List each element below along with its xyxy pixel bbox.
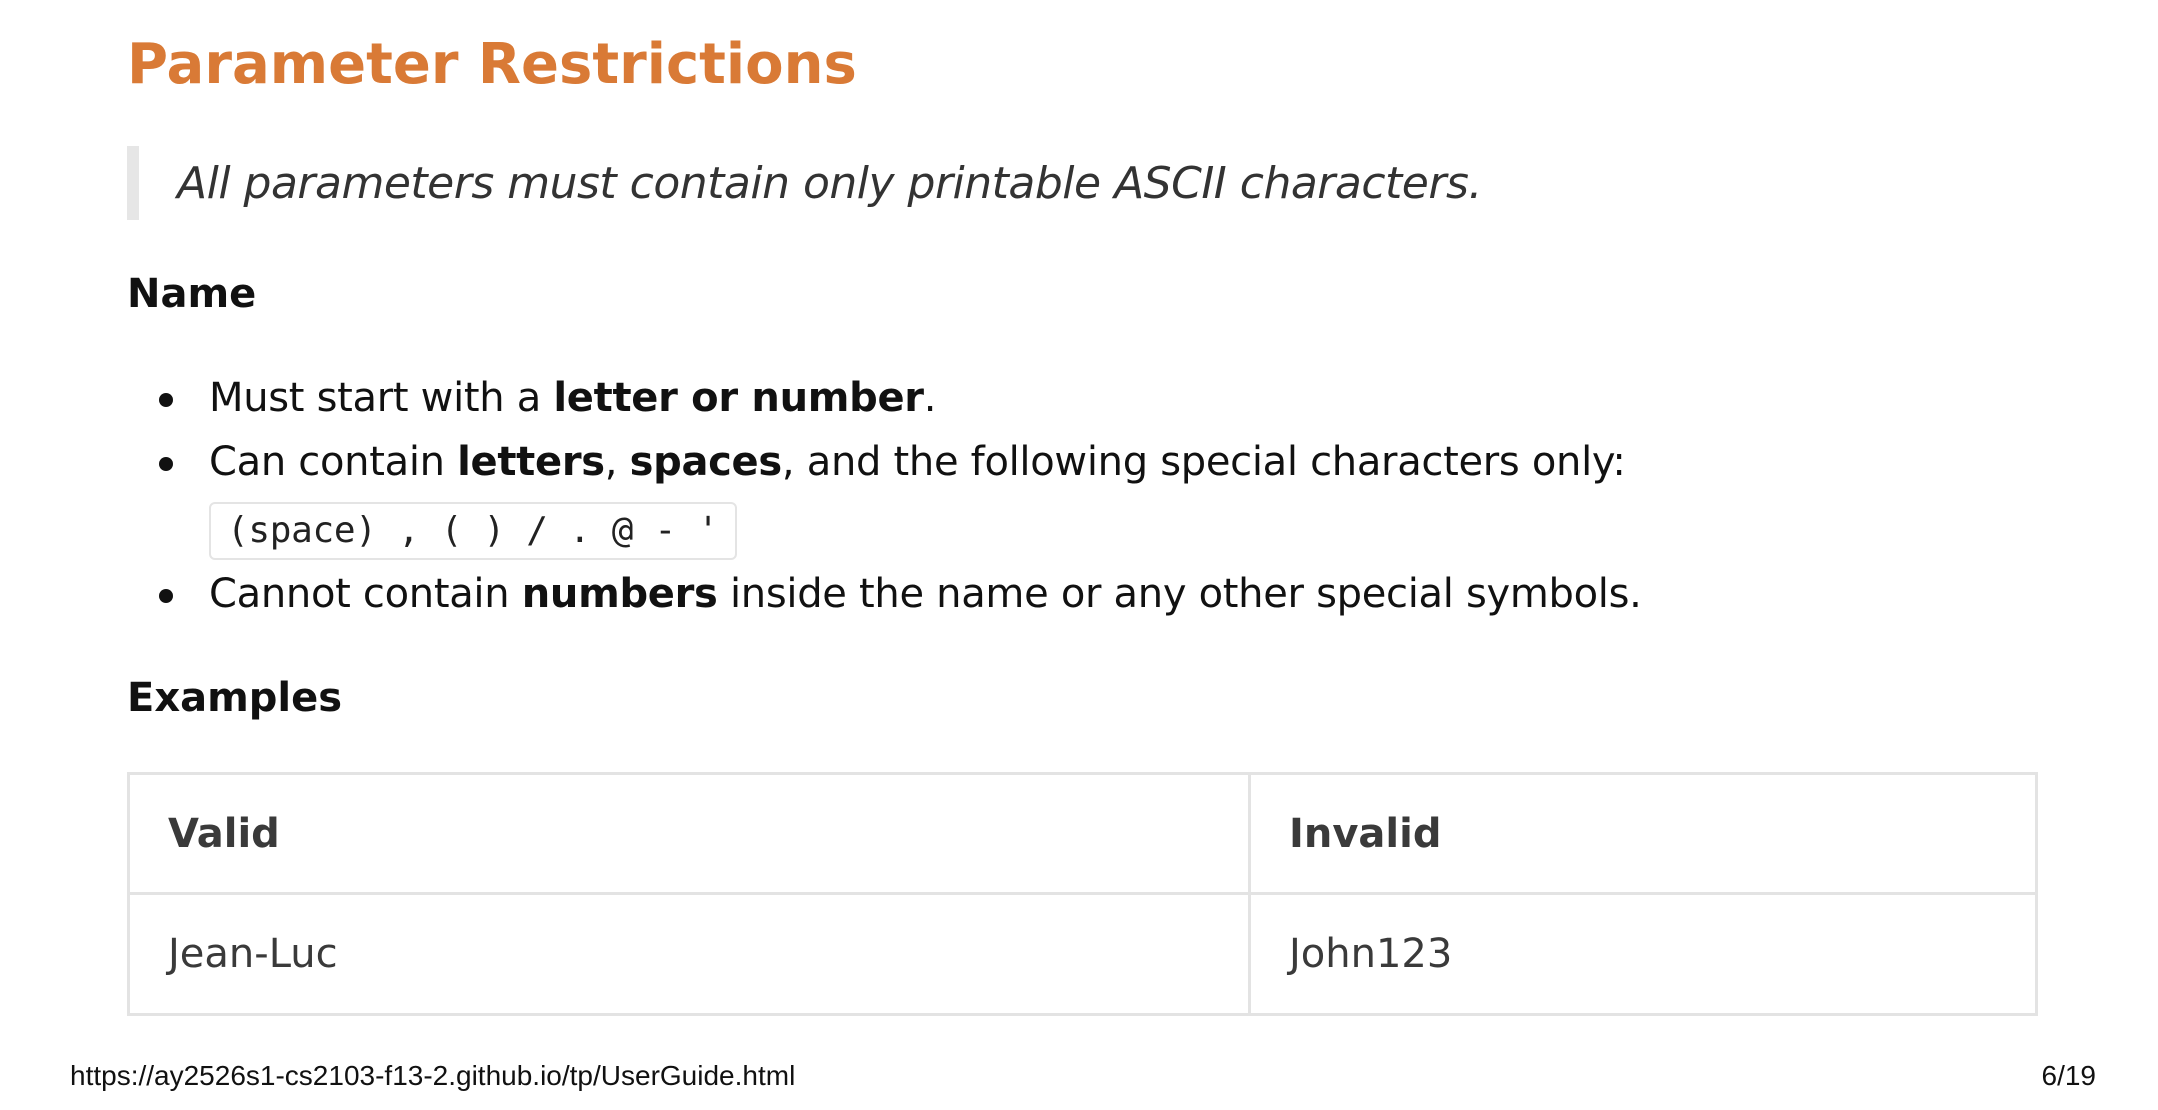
list-item: Cannot contain numbers inside the name o…: [127, 566, 1927, 630]
note-text: All parameters must contain only printab…: [177, 157, 1482, 209]
list-item-continuation: (space) , ( ) / . @ - ': [127, 500, 1927, 566]
table-cell-invalid: John123: [1248, 892, 2038, 1016]
list-item: Must start with a letter or number.: [127, 370, 1927, 434]
rule-text: Must start with a: [209, 375, 554, 421]
print-footer: https://ay2526s1-cs2103-f13-2.github.io/…: [0, 1052, 2158, 1110]
rule-text: , and the following special characters o…: [781, 439, 1626, 485]
table-row: Jean-Luc John123: [127, 892, 2038, 1016]
rule-text: ,: [604, 439, 630, 485]
rule-emphasis: letter or number: [553, 375, 924, 421]
column-header-invalid: Invalid: [1248, 772, 2038, 895]
document-page: Parameter Restrictions All parameters mu…: [0, 0, 2158, 1110]
rule-emphasis: numbers: [521, 571, 718, 617]
column-header-valid: Valid: [127, 772, 1251, 895]
rule-text: Cannot contain: [209, 571, 522, 617]
footer-url: https://ay2526s1-cs2103-f13-2.github.io/…: [70, 1060, 796, 1091]
examples-table: Valid Invalid Jean-Luc John123: [127, 772, 2038, 1016]
rule-text: .: [923, 375, 937, 421]
name-heading: Name: [127, 271, 257, 317]
special-characters-code: (space) , ( ) / . @ - ': [209, 502, 737, 560]
blockquote-note: All parameters must contain only printab…: [127, 146, 1977, 220]
table-header-row: Valid Invalid: [127, 772, 2038, 895]
name-rules-list: Must start with a letter or number. Can …: [127, 370, 1927, 630]
bullet-icon: [159, 589, 173, 603]
bullet-icon: [159, 457, 173, 471]
bullet-icon: [159, 393, 173, 407]
rule-text: Can contain: [209, 439, 458, 485]
rule-emphasis: letters: [457, 439, 605, 485]
rule-text: inside the name or any other special sym…: [717, 571, 1642, 617]
section-title: Parameter Restrictions: [127, 32, 857, 97]
list-item: Can contain letters, spaces, and the fol…: [127, 434, 1927, 500]
footer-page-number: 6/19: [2041, 1060, 2097, 1091]
examples-heading: Examples: [127, 675, 343, 721]
rule-emphasis: spaces: [629, 439, 783, 485]
table-cell-valid: Jean-Luc: [127, 892, 1251, 1016]
